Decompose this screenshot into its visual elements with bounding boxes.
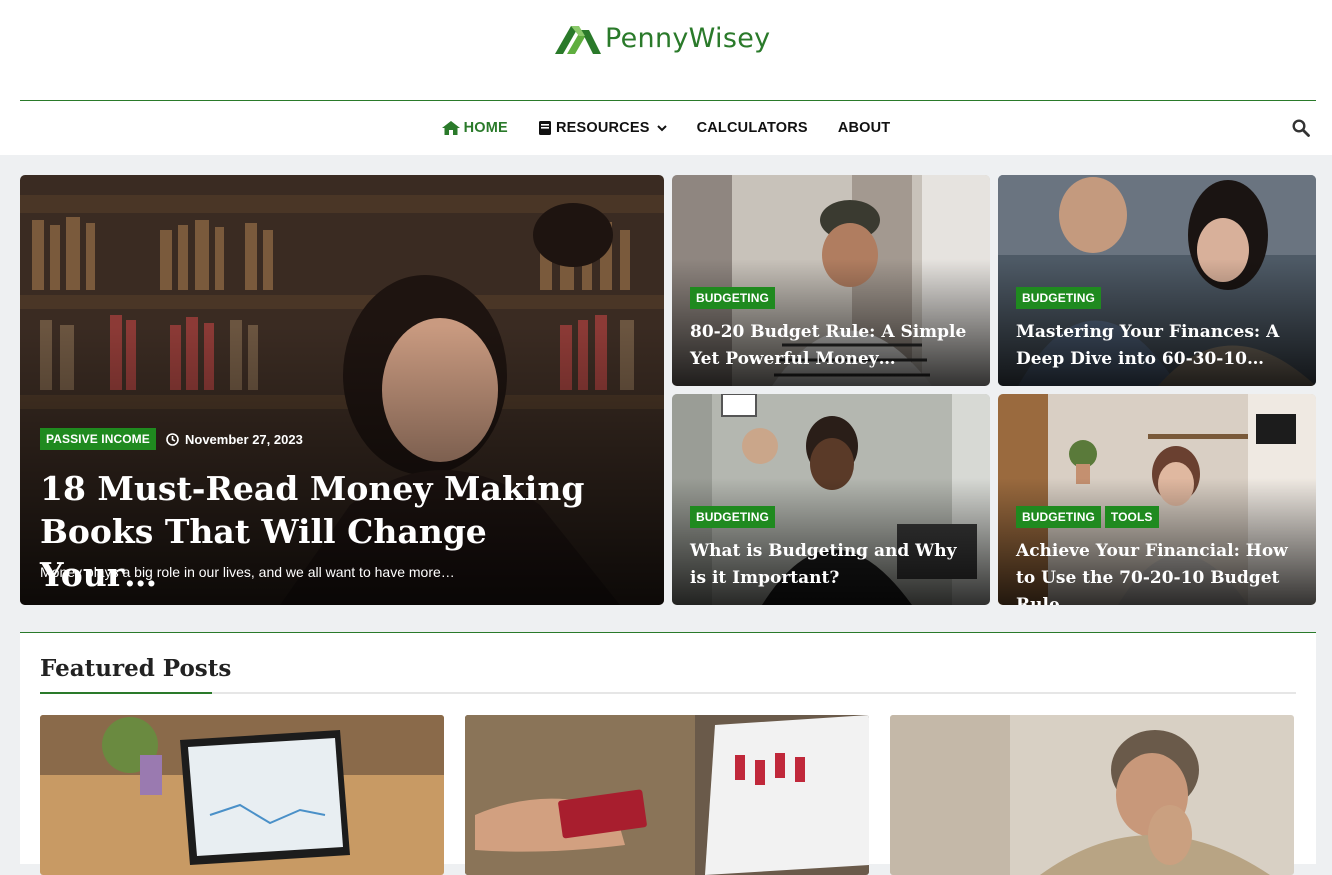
logo-mark-icon xyxy=(555,26,601,54)
nav-item-home[interactable]: HOME xyxy=(441,120,508,136)
featured-post-thumbnail-3[interactable] xyxy=(890,715,1294,875)
search-button[interactable] xyxy=(1292,119,1310,142)
post-title[interactable]: What is Budgeting and Why is it Importan… xyxy=(690,538,972,592)
featured-post-thumbnail-2[interactable] xyxy=(465,715,869,875)
site-header: PennyWisey HOME RESOURCES CALCULATORS AB… xyxy=(0,0,1332,155)
chevron-down-icon xyxy=(656,124,667,131)
site-logo[interactable]: PennyWisey xyxy=(555,20,770,56)
hero-side-post-2[interactable]: BUDGETING Mastering Your Finances: A Dee… xyxy=(998,175,1316,386)
category-tag[interactable]: BUDGETING xyxy=(1016,287,1101,309)
nav-item-label: HOME xyxy=(463,120,508,136)
hero-side-post-4[interactable]: BUDGETING TOOLS Achieve Your Financial: … xyxy=(998,394,1316,605)
post-image xyxy=(40,715,444,875)
post-tags: BUDGETING TOOLS xyxy=(1016,506,1163,528)
hero-main-excerpt: Money plays a big role in our lives, and… xyxy=(40,564,455,580)
nav-item-resources[interactable]: RESOURCES xyxy=(538,120,667,136)
featured-post-thumbnail-1[interactable] xyxy=(40,715,444,875)
nav-item-calculators[interactable]: CALCULATORS xyxy=(697,120,808,136)
post-image xyxy=(465,715,869,875)
category-tag[interactable]: BUDGETING xyxy=(690,506,775,528)
book-icon xyxy=(538,121,551,135)
section-divider-accent xyxy=(40,692,212,694)
post-tags: BUDGETING xyxy=(690,506,779,528)
post-title[interactable]: 80-20 Budget Rule: A Simple Yet Powerful… xyxy=(690,319,972,373)
post-date: November 27, 2023 xyxy=(185,432,303,447)
hero-side-post-1[interactable]: BUDGETING 80-20 Budget Rule: A Simple Ye… xyxy=(672,175,990,386)
nav-item-about[interactable]: ABOUT xyxy=(838,120,891,136)
nav-item-label: CALCULATORS xyxy=(696,120,808,136)
nav-item-label: RESOURCES xyxy=(555,120,650,136)
post-title[interactable]: Mastering Your Finances: A Deep Dive int… xyxy=(1016,319,1298,373)
post-title[interactable]: Achieve Your Financial: How to Use the 7… xyxy=(1016,538,1298,605)
post-tags: BUDGETING xyxy=(690,287,779,309)
post-tags: BUDGETING xyxy=(1016,287,1105,309)
hero-main-tags: PASSIVE INCOME xyxy=(40,428,160,450)
hero-main-date: November 27, 2023 xyxy=(166,432,303,447)
hero-main-post[interactable]: PASSIVE INCOME November 27, 2023 18 Must… xyxy=(20,175,664,605)
category-tag[interactable]: PASSIVE INCOME xyxy=(40,428,156,450)
section-divider xyxy=(40,692,1296,694)
site-logo-text: PennyWisey xyxy=(605,22,771,54)
category-tag[interactable]: BUDGETING xyxy=(690,287,775,309)
main-navigation: HOME RESOURCES CALCULATORS ABOUT xyxy=(0,101,1332,155)
category-tag[interactable]: TOOLS xyxy=(1104,506,1159,528)
search-icon xyxy=(1292,119,1310,137)
post-image xyxy=(890,715,1294,875)
nav-item-label: ABOUT xyxy=(837,120,891,136)
section-heading: Featured Posts xyxy=(40,655,232,682)
featured-posts-section: Featured Posts xyxy=(20,632,1316,875)
category-tag[interactable]: BUDGETING xyxy=(1016,506,1101,528)
hero-side-post-3[interactable]: BUDGETING What is Budgeting and Why is i… xyxy=(672,394,990,605)
home-icon xyxy=(441,121,460,135)
clock-icon xyxy=(166,433,179,446)
